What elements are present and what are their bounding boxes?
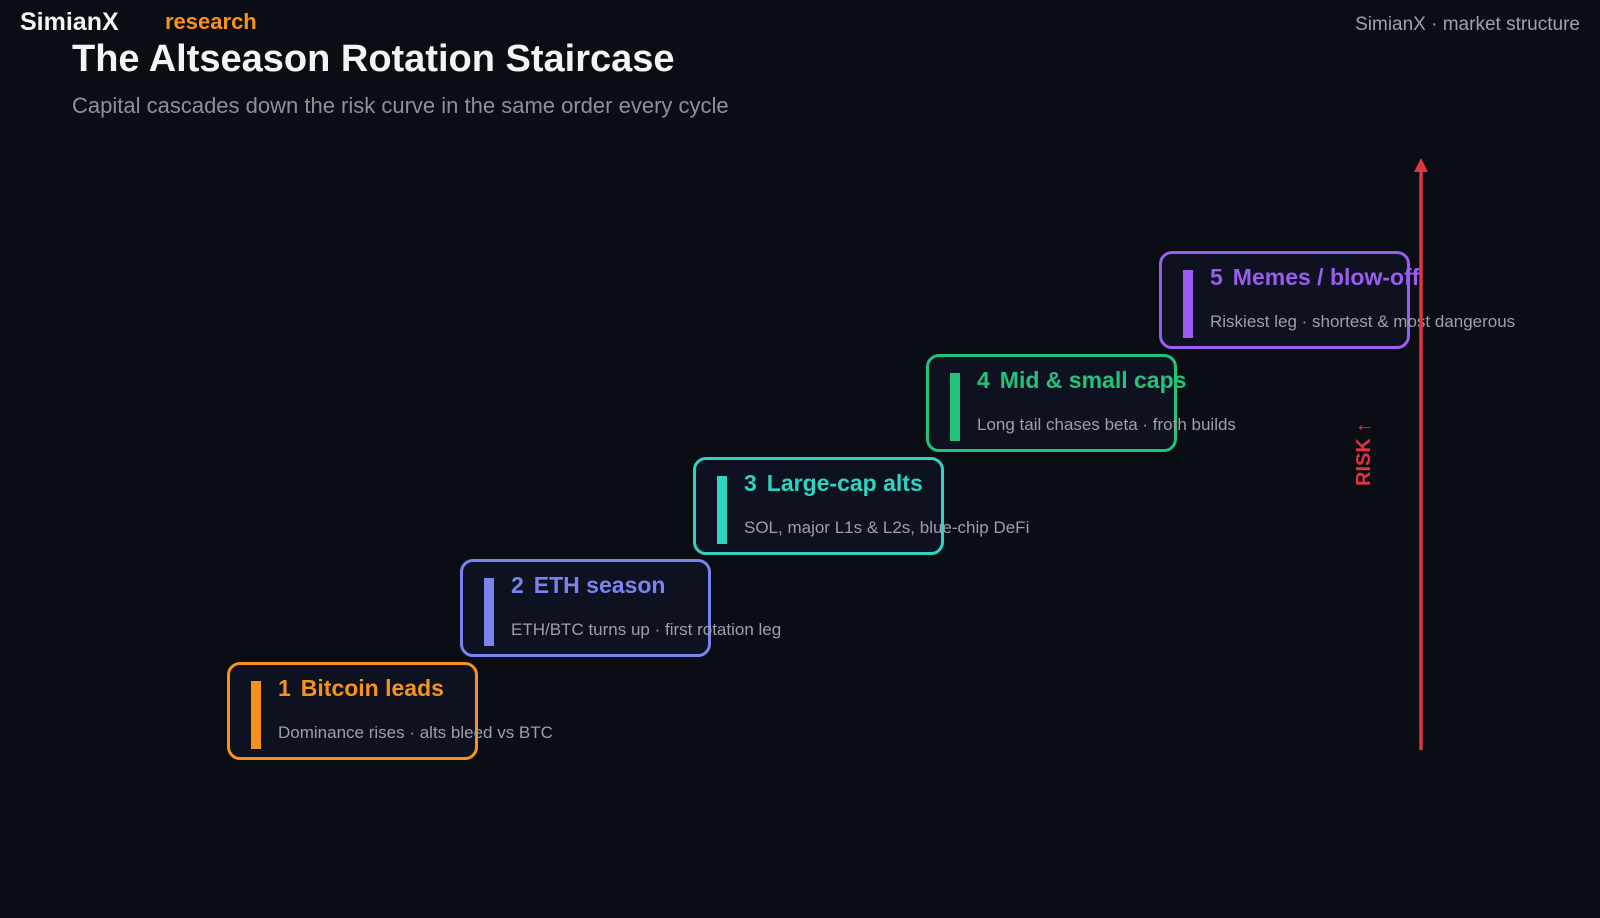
step-label: 3 Large-cap alts [744, 470, 923, 497]
step-description: Riskiest leg · shortest & most dangerous [1210, 312, 1516, 331]
brand-tag: research [165, 9, 257, 34]
step-number: 4 [977, 367, 990, 393]
step-label: 1 Bitcoin leads [278, 675, 444, 702]
arrow-up-icon [1414, 158, 1428, 172]
step-accent-bar [717, 476, 727, 544]
step-number: 3 [744, 470, 757, 496]
step-accent-bar [1183, 270, 1193, 338]
step-2: 2 ETH season ETH/BTC turns up · first rot… [460, 559, 781, 657]
step-label: 4 Mid & small caps [977, 367, 1186, 394]
step-description: Dominance rises · alts bleed vs BTC [278, 723, 553, 742]
step-name: Bitcoin leads [300, 675, 444, 701]
step-5: 5 Memes / blow-off Riskiest leg · shortes… [1159, 251, 1515, 349]
step-number: 1 [278, 675, 291, 701]
step-label: 2 ETH season [511, 572, 665, 599]
page-title: The Altseason Rotation Staircase [72, 38, 675, 80]
step-name: Large-cap alts [766, 470, 923, 496]
risk-axis-arrow [1414, 158, 1428, 750]
step-1: 1 Bitcoin leads Dominance rises · alts bl… [227, 662, 553, 760]
step-number: 5 [1210, 264, 1223, 290]
step-name: Mid & small caps [999, 367, 1187, 393]
step-description: Long tail chases beta · froth builds [977, 415, 1236, 434]
brand-logo: SimianX [20, 8, 119, 36]
page-subtitle: Capital cascades down the risk curve in … [72, 93, 729, 118]
step-description: ETH/BTC turns up · first rotation leg [511, 620, 782, 639]
step-accent-bar [251, 681, 261, 749]
risk-axis-label: RISK ↑ [1353, 422, 1375, 486]
step-accent-bar [484, 578, 494, 646]
step-number: 2 [511, 572, 524, 598]
step-4: 4 Mid & small caps Long tail chases beta … [926, 354, 1236, 452]
step-3: 3 Large-cap alts SOL, major L1s & L2s, bl… [693, 457, 1029, 555]
step-name: ETH season [533, 572, 666, 598]
source-label: SimianX · market structure [1355, 14, 1580, 35]
step-accent-bar [950, 373, 960, 441]
step-description: SOL, major L1s & L2s, blue-chip DeFi [744, 518, 1030, 537]
